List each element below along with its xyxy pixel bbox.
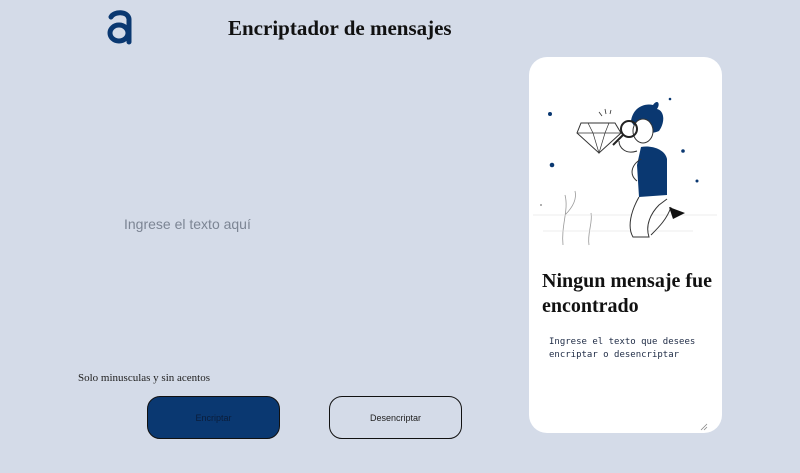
no-message-title: Ningun mensaje fue encontrado (542, 270, 713, 317)
page-title: Encriptador de mensajes (228, 16, 452, 40)
no-message-description: Ingrese el texto que desees encriptar o … (549, 337, 696, 360)
person-with-magnifying-glass-illustration (533, 97, 717, 246)
input-hint: Solo minusculas y sin acentos (78, 372, 210, 384)
alura-logo-icon (107, 10, 132, 45)
message-input-placeholder: Ingrese el texto aquí (124, 216, 251, 232)
decrypt-button[interactable]: Desencriptar (329, 396, 462, 439)
app-body: { "header": { "logo_icon": "alura-a-logo… (0, 0, 800, 473)
resize-handle-icon[interactable] (700, 423, 708, 431)
message-input[interactable]: Ingrese el texto aquí (118, 200, 498, 350)
encrypt-button[interactable]: Encriptar (147, 396, 280, 439)
result-panel: Ningun mensaje fue encontrado Ingrese el… (529, 57, 722, 433)
